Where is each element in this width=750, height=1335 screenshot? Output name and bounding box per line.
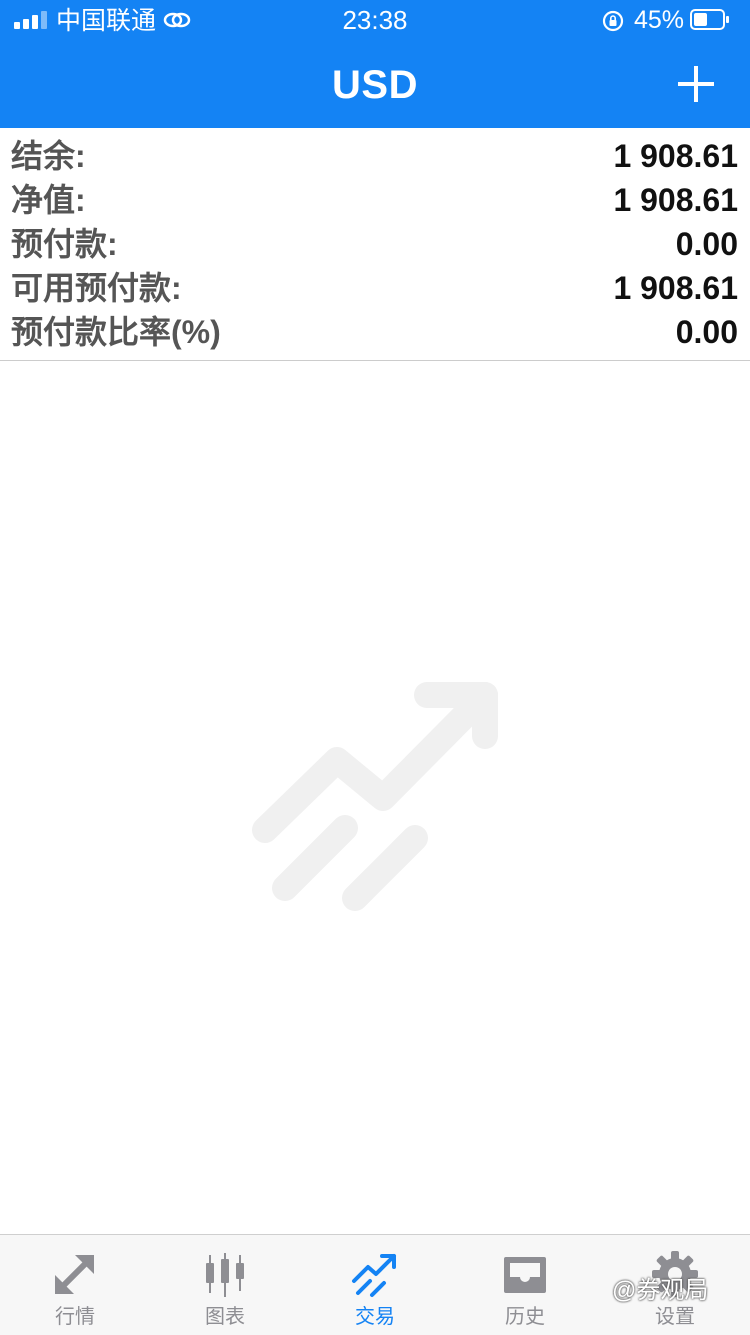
add-button[interactable] bbox=[672, 60, 720, 108]
balance-value: 1 908.61 bbox=[613, 138, 738, 174]
quotes-icon bbox=[55, 1255, 94, 1294]
equity-label: 净值: bbox=[11, 182, 86, 218]
title-bar: USD bbox=[0, 40, 750, 128]
balance-label: 结余: bbox=[11, 138, 86, 174]
free-margin-label: 可用预付款: bbox=[11, 270, 182, 306]
history-icon bbox=[504, 1257, 546, 1293]
battery-icon bbox=[690, 9, 729, 30]
page-title: USD bbox=[332, 63, 418, 107]
section-divider bbox=[0, 360, 750, 361]
margin-level-value: 0.00 bbox=[675, 314, 738, 350]
tab-quotes[interactable]: 行情 bbox=[0, 1235, 150, 1335]
free-margin-value: 1 908.61 bbox=[613, 270, 738, 306]
margin-label: 预付款: bbox=[11, 226, 118, 262]
margin-value: 0.00 bbox=[675, 226, 738, 262]
tab-chart[interactable]: 图表 bbox=[150, 1235, 300, 1335]
tab-label-trade: 交易 bbox=[355, 1306, 395, 1328]
status-bar: 中国联通 23:38 45% bbox=[0, 0, 750, 40]
chart-icon bbox=[206, 1253, 244, 1297]
trade-icon bbox=[352, 1254, 396, 1297]
tab-label-history: 历史 bbox=[505, 1306, 545, 1328]
equity-value: 1 908.61 bbox=[613, 182, 738, 218]
tab-trade[interactable]: 交易 bbox=[300, 1235, 450, 1335]
account-summary: 结余: 1 908.61 净值: 1 908.61 预付款: 0.00 可用预付… bbox=[0, 134, 750, 354]
tab-history[interactable]: 历史 bbox=[450, 1235, 600, 1335]
watermark: @券观局 bbox=[612, 1277, 709, 1304]
account-row-equity: 净值: 1 908.61 bbox=[0, 178, 750, 222]
account-row-margin-level: 预付款比率(%) 0.00 bbox=[0, 310, 750, 354]
account-row-balance: 结余: 1 908.61 bbox=[0, 134, 750, 178]
battery-percent: 45% bbox=[634, 6, 685, 34]
margin-level-label: 预付款比率(%) bbox=[11, 314, 221, 350]
tab-label-settings: 设置 bbox=[655, 1306, 695, 1328]
account-row-free-margin: 可用预付款: 1 908.61 bbox=[0, 266, 750, 310]
account-row-margin: 预付款: 0.00 bbox=[0, 222, 750, 266]
plus-icon bbox=[678, 66, 714, 102]
tab-label-quotes: 行情 bbox=[55, 1306, 95, 1328]
rotation-lock-icon bbox=[602, 10, 624, 32]
tab-label-chart: 图表 bbox=[205, 1306, 245, 1328]
trade-placeholder-icon bbox=[252, 682, 498, 911]
